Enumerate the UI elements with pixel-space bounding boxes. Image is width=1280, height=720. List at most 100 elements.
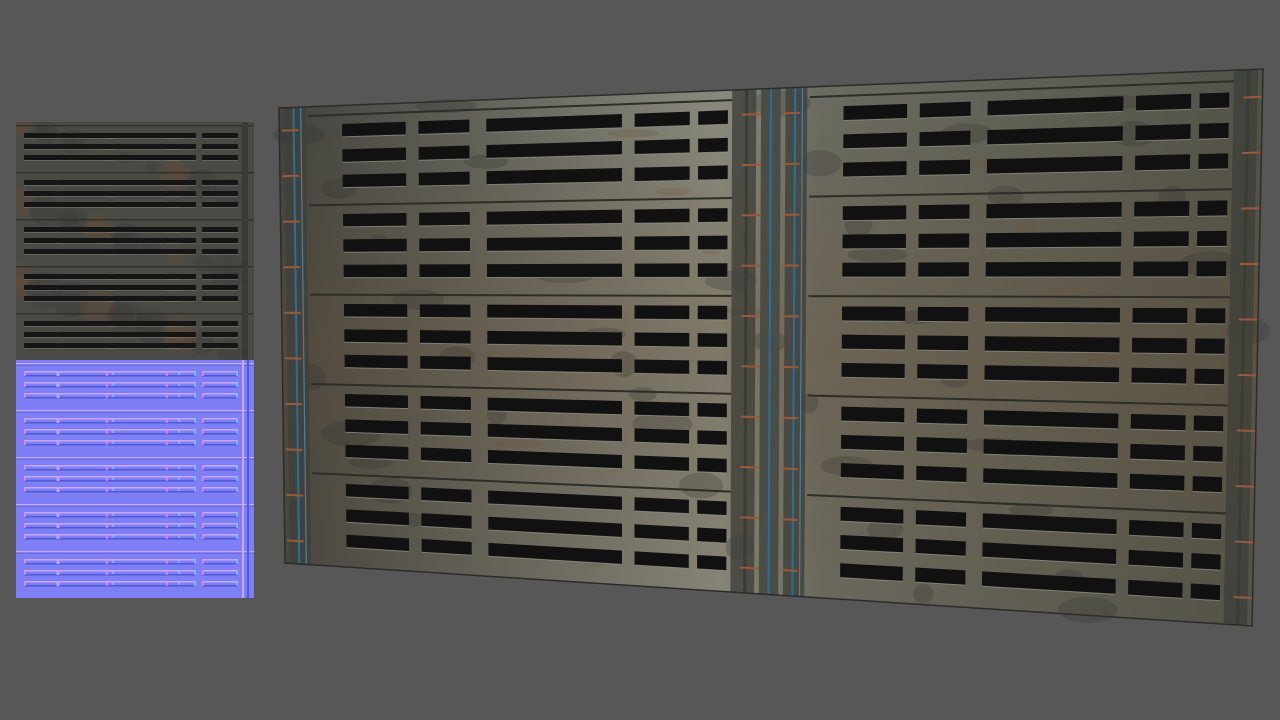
vent-slot [697, 208, 728, 223]
grime-patch [607, 129, 660, 138]
vent-slot [487, 330, 622, 347]
grime-patch [847, 247, 908, 262]
vent-slot [918, 233, 970, 249]
vent-slot [1130, 413, 1186, 431]
vent-slot [634, 111, 690, 128]
vent-slot [697, 235, 728, 250]
vent-slot [917, 306, 969, 322]
vent-slot [419, 330, 471, 344]
slot-lip [917, 349, 968, 352]
vent-slot [420, 447, 472, 463]
bracket [741, 113, 762, 116]
vent-slot [1199, 92, 1230, 109]
vent-slot [697, 457, 727, 473]
vent-slot [919, 101, 971, 119]
vent-slot [1193, 415, 1224, 432]
vent-slot [843, 161, 907, 178]
vent-slot [1195, 338, 1225, 355]
vent-slot [985, 231, 1122, 248]
vent-slot [634, 305, 690, 320]
vent-slot [917, 364, 968, 380]
bracket [285, 448, 303, 451]
metal-panel-render [269, 68, 1271, 627]
vent-slot [697, 263, 728, 278]
bracket [780, 518, 798, 522]
vent-slot [1196, 261, 1227, 277]
vent-slot [698, 137, 728, 153]
vent-slot [343, 212, 407, 227]
vent-slot [419, 264, 471, 278]
vent-slot [841, 306, 906, 322]
vent-slot [917, 335, 969, 351]
vent-slot [419, 212, 470, 226]
vent-slot [843, 103, 908, 121]
slot-lip [697, 374, 727, 376]
vent-slot [1193, 445, 1223, 463]
vent-slot [342, 173, 407, 188]
vent-slot [1196, 230, 1227, 247]
vent-slot [697, 333, 728, 348]
vent-slot [1198, 122, 1229, 140]
vent-slot [697, 360, 728, 376]
vent-slot [1130, 443, 1185, 461]
vent-slot [842, 262, 906, 278]
bracket [287, 539, 304, 543]
vent-slot [418, 119, 470, 135]
vent-slot [420, 355, 471, 371]
slot-lip [698, 178, 728, 181]
vent-slot [1198, 153, 1229, 170]
bracket [740, 415, 760, 419]
vent-slot [1135, 124, 1191, 141]
vent-slot [697, 402, 727, 418]
bracket [1235, 485, 1255, 488]
vent-slot [842, 233, 906, 249]
vent-slot [634, 401, 690, 417]
vent-slot [486, 263, 622, 278]
slot-lip [1194, 383, 1224, 386]
vent-slot [1194, 368, 1225, 385]
vent-slot [419, 304, 471, 318]
bracket [1236, 429, 1256, 433]
slot-lip [1134, 215, 1190, 218]
vent-slot [342, 121, 406, 137]
slot-lip [419, 224, 470, 227]
vent-slot [1131, 367, 1187, 385]
vent-slot [634, 208, 690, 224]
bracket [739, 566, 760, 570]
vent-slot [697, 305, 728, 320]
viewport [0, 0, 1280, 720]
vent-slot [841, 434, 905, 452]
vent-slot [1190, 583, 1221, 601]
vent-slot [1191, 522, 1222, 540]
vent-slot [697, 500, 727, 516]
vent-slot [697, 527, 727, 544]
grime-patch [1037, 287, 1090, 296]
vent-slot [918, 204, 970, 220]
vent-slot [985, 261, 1121, 278]
slot-lip [634, 222, 690, 224]
slot-lip [1198, 168, 1228, 170]
vent-slot [1191, 553, 1221, 571]
bracket [781, 467, 798, 471]
vent-slot [343, 264, 407, 278]
vent-slot [984, 336, 1120, 353]
vent-slot [1135, 93, 1192, 111]
vent-slot [697, 554, 727, 571]
bracket [286, 493, 304, 497]
vent-slot [1192, 476, 1223, 493]
vent-slot [419, 238, 471, 252]
vent-slot [1134, 200, 1190, 218]
vent-slot [842, 205, 907, 221]
bracket [740, 465, 760, 469]
vent-slot [919, 159, 971, 176]
grime-patch [1083, 352, 1120, 361]
grime-patch [913, 584, 934, 605]
vent-slot [634, 138, 690, 155]
vent-slot [418, 171, 470, 187]
vent-slot [841, 362, 905, 379]
vent-slot [916, 465, 967, 483]
vent-slot [1134, 154, 1191, 171]
slot-lip [420, 342, 471, 345]
bracket [1234, 540, 1254, 544]
vent-slot [634, 359, 690, 375]
